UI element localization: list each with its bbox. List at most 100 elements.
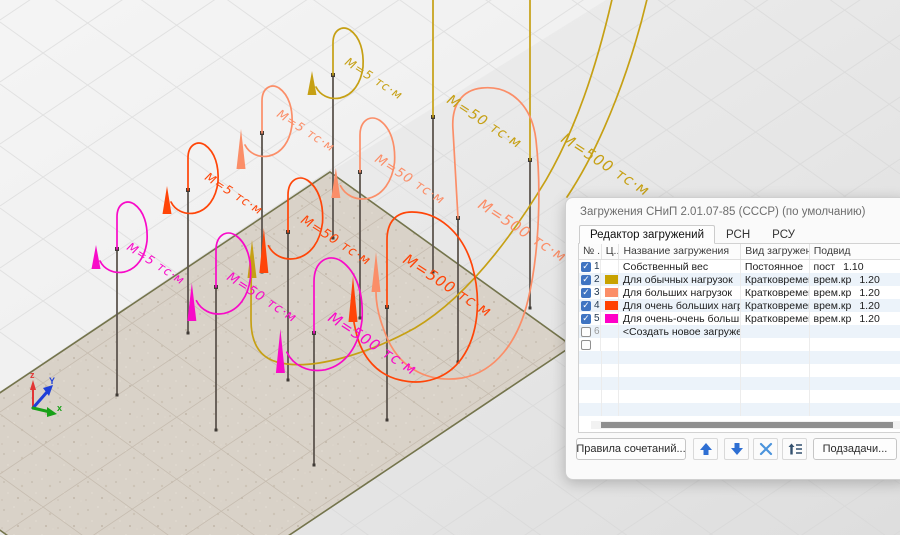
move-up-icon <box>698 441 714 457</box>
empty-cell <box>810 377 900 390</box>
load-kind-cell: Кратковременное <box>741 273 810 286</box>
load-color-swatch[interactable] <box>605 288 618 297</box>
axis-label: x <box>57 403 62 413</box>
load-color-cell <box>601 325 619 338</box>
node-marker <box>116 394 119 397</box>
load-name-cell: Собственный вес <box>619 260 741 273</box>
empty-cell <box>579 364 602 377</box>
table-row[interactable] <box>579 364 900 377</box>
loads-table[interactable]: № ...Ц...Название загруженияВид загружен… <box>578 243 900 433</box>
horizontal-scrollbar[interactable] <box>591 421 900 429</box>
node-marker <box>386 419 389 422</box>
load-subkind-cell: врем.кр1.20 <box>810 286 900 299</box>
renumber-button[interactable] <box>782 438 807 460</box>
column-header[interactable]: Вид загружения <box>741 244 809 259</box>
table-row[interactable] <box>579 338 900 351</box>
empty-cell <box>602 390 620 403</box>
empty-cell <box>741 364 809 377</box>
table-row[interactable]: ✓1.Собственный весПостоянноепост1.10 <box>579 260 900 273</box>
empty-cell <box>602 364 620 377</box>
load-subkind-cell <box>810 338 900 351</box>
table-body[interactable]: ✓1.Собственный весПостоянноепост1.10✓2.Д… <box>579 260 900 416</box>
load-color-swatch[interactable] <box>605 275 618 284</box>
load-name-cell: Для очень-очень больших нагрузок <box>619 312 741 325</box>
empty-cell <box>579 377 602 390</box>
scrollbar-thumb[interactable] <box>601 422 893 428</box>
load-color-swatch[interactable] <box>605 314 618 323</box>
empty-cell <box>619 390 741 403</box>
row-select-cell: ✓4. <box>579 299 601 312</box>
table-row[interactable] <box>579 351 900 364</box>
row-select-cell: ✓1. <box>579 260 601 273</box>
table-row[interactable]: ✓2. Для обычных нагрузокКратковременноевр… <box>579 273 900 286</box>
table-row[interactable]: ✓5.Для очень-очень больших нагрузокКратк… <box>579 312 900 325</box>
empty-cell <box>579 351 602 364</box>
window-footer: Правила сочетаний... Подзадачи... <box>566 438 900 462</box>
table-header: № ...Ц...Название загруженияВид загружен… <box>579 244 900 260</box>
app-root: { "window": { "title": "Загружения СНиП … <box>0 0 900 535</box>
combination-rules-button[interactable]: Правила сочетаний... <box>576 438 686 460</box>
row-checkbox[interactable]: ✓ <box>581 288 591 298</box>
empty-cell <box>810 390 900 403</box>
row-number: 3. <box>594 287 601 298</box>
node-marker <box>313 464 316 467</box>
table-row[interactable]: ✓4. Для очень больших нагрузокКратковреме… <box>579 299 900 312</box>
empty-cell <box>579 390 602 403</box>
load-name-cell: <Создать новое загружение> <box>619 325 741 338</box>
empty-cell <box>602 351 620 364</box>
load-color-cell <box>601 273 619 286</box>
load-color-cell <box>601 286 619 299</box>
row-select-cell: 6 <box>579 325 601 338</box>
node-marker <box>529 307 532 310</box>
row-checkbox[interactable] <box>581 327 591 337</box>
table-row[interactable] <box>579 377 900 390</box>
load-color-swatch[interactable] <box>605 301 618 310</box>
node-marker <box>359 317 362 320</box>
delete-load-button[interactable] <box>753 438 778 460</box>
row-number: 2. <box>594 274 601 285</box>
tab-load-editor[interactable]: Редактор загружений <box>579 225 715 244</box>
row-select-cell: ✓3. <box>579 286 601 299</box>
load-kind-cell: Постоянное <box>741 260 810 273</box>
row-checkbox[interactable] <box>581 340 591 350</box>
empty-cell <box>602 403 620 416</box>
column-header[interactable]: № ... <box>579 244 602 259</box>
row-number: 4. <box>594 300 601 311</box>
column-header[interactable]: Ц... <box>602 244 620 259</box>
empty-cell <box>619 351 741 364</box>
row-checkbox[interactable]: ✓ <box>581 314 591 324</box>
load-kind-cell: Кратковременное <box>741 299 810 312</box>
tab-рсу[interactable]: РСУ <box>761 225 806 244</box>
subtasks-button[interactable]: Подзадачи... <box>813 438 897 460</box>
table-row[interactable] <box>579 403 900 416</box>
row-checkbox[interactable]: ✓ <box>581 275 591 285</box>
delete-icon <box>758 441 774 457</box>
column-header[interactable]: Название загружения <box>619 244 741 259</box>
table-row[interactable]: ✓3.Для больших нагрузокКратковременноевр… <box>579 286 900 299</box>
load-subkind-cell: врем.кр1.20 <box>810 299 900 312</box>
load-kind-cell: Кратковременное <box>741 312 810 325</box>
renumber-icon <box>787 441 803 457</box>
load-color-cell <box>601 299 619 312</box>
empty-cell <box>810 351 900 364</box>
move-up-button[interactable] <box>693 438 718 460</box>
row-checkbox[interactable]: ✓ <box>581 262 591 272</box>
load-name-cell <box>619 338 741 351</box>
load-kind-cell <box>741 338 810 351</box>
load-subkind-cell: врем.кр1.20 <box>810 312 900 325</box>
loads-window[interactable]: Загружения СНиП 2.01.07-85 (СССР) (по ум… <box>565 197 900 480</box>
load-name-cell: Для обычных нагрузок <box>619 273 741 286</box>
tab-рсн[interactable]: РСН <box>715 225 761 244</box>
load-name-cell: Для очень больших нагрузок <box>619 299 741 312</box>
empty-cell <box>741 390 809 403</box>
load-name-cell: Для больших нагрузок <box>619 286 741 299</box>
table-row[interactable] <box>579 390 900 403</box>
empty-cell <box>619 377 741 390</box>
load-subkind-cell: врем.кр1.20 <box>810 273 900 286</box>
row-number: 6 <box>594 326 600 337</box>
column-header[interactable]: Подвид <box>810 244 900 259</box>
row-checkbox[interactable]: ✓ <box>581 301 591 311</box>
move-down-button[interactable] <box>724 438 749 460</box>
row-select-cell: ✓2. <box>579 273 601 286</box>
table-row[interactable]: 6 <Создать новое загружение> <box>579 325 900 338</box>
